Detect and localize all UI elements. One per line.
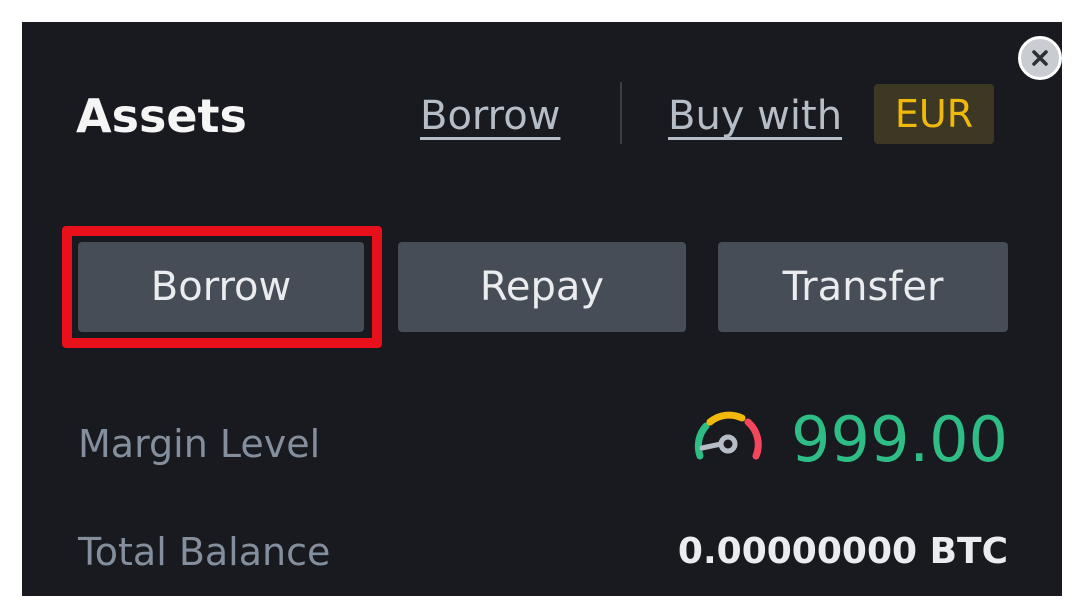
buy-with-link[interactable]: Buy with	[668, 88, 842, 144]
panel-title: Assets	[76, 89, 247, 143]
transfer-button[interactable]: Transfer	[718, 242, 1008, 332]
close-icon	[1032, 50, 1048, 66]
currency-badge[interactable]: EUR	[874, 84, 994, 144]
borrow-highlight-box	[62, 226, 382, 348]
margin-level-value: 999.00	[791, 403, 1008, 476]
total-balance-value: 0.00000000 BTC	[677, 531, 1008, 572]
gauge-icon	[694, 411, 762, 460]
total-balance-label: Total Balance	[78, 530, 331, 574]
borrow-link[interactable]: Borrow	[420, 88, 560, 144]
header-divider	[620, 82, 622, 144]
close-button[interactable]	[1018, 36, 1062, 80]
margin-level-label: Margin Level	[78, 422, 321, 466]
repay-button[interactable]: Repay	[398, 242, 686, 332]
